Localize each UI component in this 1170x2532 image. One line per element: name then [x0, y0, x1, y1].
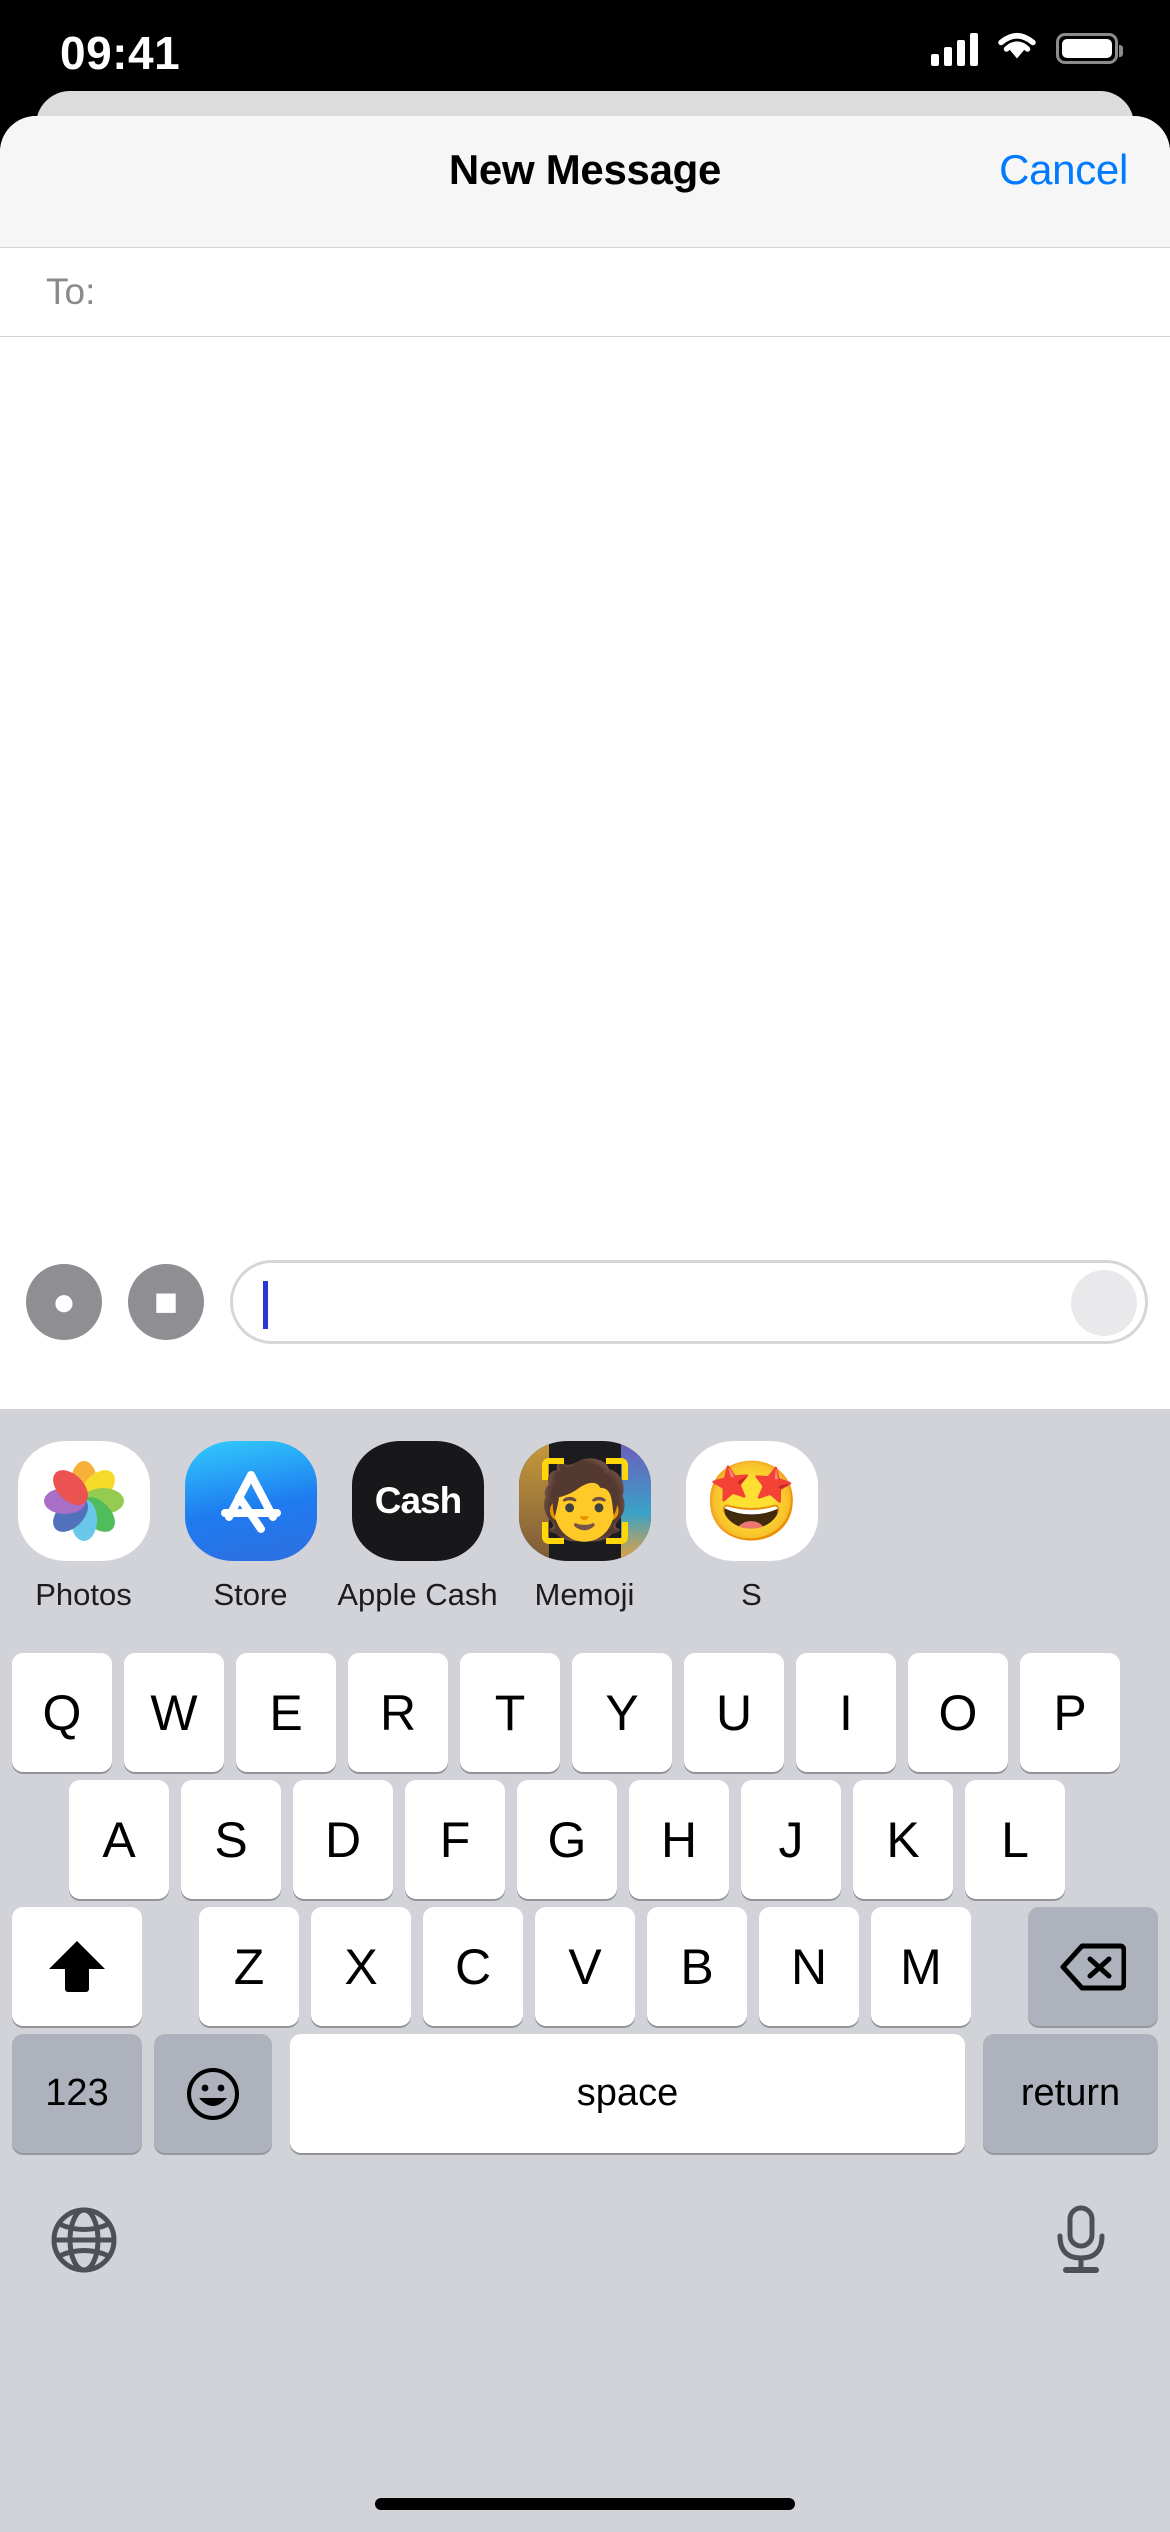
- apps-grid-icon[interactable]: ■: [128, 1264, 204, 1340]
- key-g[interactable]: G: [517, 1780, 617, 1899]
- keyboard-row-4: 123 space return: [0, 2034, 1170, 2153]
- status-bar: 09:41: [0, 0, 1170, 100]
- memoji-icon: 🧑: [518, 1441, 651, 1561]
- app-drawer-item-memoji[interactable]: 🧑 Memoji: [501, 1441, 668, 1613]
- page-title: New Message: [448, 146, 722, 193]
- app-drawer-label: Memoji: [534, 1577, 635, 1612]
- app-drawer-label: S: [741, 1577, 762, 1612]
- app-drawer-label: Photos: [35, 1577, 132, 1612]
- app-drawer-item-apple-cash[interactable]: Cash Apple Cash: [334, 1441, 501, 1613]
- keyboard-row-2: A S D F G H J K L: [0, 1780, 1170, 1899]
- key-w[interactable]: W: [124, 1653, 224, 1772]
- key-o[interactable]: O: [908, 1653, 1008, 1772]
- app-drawer-label: Apple Cash: [337, 1577, 498, 1612]
- globe-icon[interactable]: [46, 2202, 122, 2278]
- status-bar-indicators: [931, 30, 1123, 67]
- key-p[interactable]: P: [1020, 1653, 1120, 1772]
- message-text-input[interactable]: [230, 1260, 1148, 1344]
- key-h[interactable]: H: [629, 1780, 729, 1899]
- key-j[interactable]: J: [741, 1780, 841, 1899]
- text-cursor: [263, 1281, 268, 1329]
- apple-cash-icon: Cash: [351, 1441, 484, 1561]
- stickers-icon: 🤩: [685, 1441, 818, 1561]
- navigation-bar: New Message Cancel: [0, 116, 1170, 248]
- recipient-field-row[interactable]: To:: [0, 248, 1170, 337]
- keyboard-row-1: Q W E R T Y U I O P: [0, 1653, 1170, 1772]
- key-z[interactable]: Z: [199, 1907, 299, 2026]
- key-m[interactable]: M: [871, 1907, 971, 2026]
- key-i[interactable]: I: [796, 1653, 896, 1772]
- keyboard-row-3: Z X C V B N M: [0, 1907, 1170, 2026]
- space-key[interactable]: space: [290, 2034, 965, 2153]
- cancel-button[interactable]: Cancel: [999, 146, 1128, 194]
- to-label: To:: [46, 271, 96, 312]
- conversation-transcript: ● ■: [0, 337, 1170, 1362]
- key-k[interactable]: K: [853, 1780, 953, 1899]
- photos-icon: [17, 1441, 150, 1561]
- numbers-key[interactable]: 123: [12, 2034, 142, 2153]
- sticker-avatar: 🤩: [702, 1457, 801, 1545]
- key-n[interactable]: N: [759, 1907, 859, 2026]
- app-store-icon: [184, 1441, 317, 1561]
- cellular-signal-icon: [931, 32, 978, 66]
- home-indicator: [375, 2498, 795, 2510]
- send-arrow-icon[interactable]: [1071, 1270, 1137, 1336]
- key-x[interactable]: X: [311, 1907, 411, 2026]
- key-t[interactable]: T: [460, 1653, 560, 1772]
- status-bar-time: 09:41: [60, 27, 181, 79]
- key-v[interactable]: V: [535, 1907, 635, 2026]
- onscreen-keyboard[interactable]: Q W E R T Y U I O P A S D F G H J K L Z …: [0, 1626, 1170, 2532]
- key-a[interactable]: A: [69, 1780, 169, 1899]
- microphone-icon[interactable]: [1046, 2202, 1116, 2278]
- camera-icon[interactable]: ●: [26, 1264, 102, 1340]
- key-f[interactable]: F: [405, 1780, 505, 1899]
- app-drawer-scroll-row[interactable]: Photos Store Cash Apple Cash 🧑 Memoji 🤩 …: [0, 1441, 835, 1613]
- emoji-smiley-icon[interactable]: [154, 2034, 272, 2153]
- key-e[interactable]: E: [236, 1653, 336, 1772]
- key-d[interactable]: D: [293, 1780, 393, 1899]
- key-q[interactable]: Q: [12, 1653, 112, 1772]
- key-s[interactable]: S: [181, 1780, 281, 1899]
- battery-icon: [1056, 33, 1123, 64]
- app-drawer-item-photos[interactable]: Photos: [0, 1441, 167, 1613]
- key-b[interactable]: B: [647, 1907, 747, 2026]
- key-y[interactable]: Y: [572, 1653, 672, 1772]
- key-r[interactable]: R: [348, 1653, 448, 1772]
- key-l[interactable]: L: [965, 1780, 1065, 1899]
- return-key[interactable]: return: [983, 2034, 1158, 2153]
- app-drawer-label: Store: [213, 1577, 288, 1612]
- delete-backspace-icon[interactable]: [1028, 1907, 1158, 2026]
- keyboard-bottom-bar: [0, 2188, 1170, 2338]
- key-u[interactable]: U: [684, 1653, 784, 1772]
- message-input-bar: ● ■: [0, 1242, 1170, 1362]
- app-drawer-item-store[interactable]: Store: [167, 1441, 334, 1613]
- key-c[interactable]: C: [423, 1907, 523, 2026]
- shift-arrow-icon[interactable]: [12, 1907, 142, 2026]
- wifi-icon: [996, 30, 1038, 67]
- app-drawer-item-stickers[interactable]: 🤩 S: [668, 1441, 835, 1613]
- imessage-app-drawer[interactable]: Photos Store Cash Apple Cash 🧑 Memoji 🤩 …: [0, 1409, 1170, 1626]
- apple-cash-wordmark: Cash: [374, 1480, 462, 1521]
- iphone-screen: 09:41 New Message Cancel To: ● ■ Photos …: [0, 0, 1170, 2532]
